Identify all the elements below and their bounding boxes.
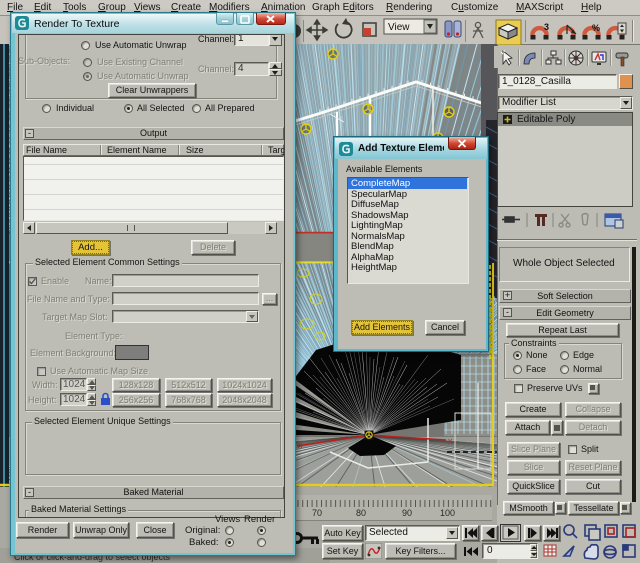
svg-text:View: View [388, 22, 410, 33]
svg-text:%: % [592, 23, 600, 33]
svg-text:x: x [298, 440, 303, 450]
svg-text:3: 3 [544, 22, 549, 32]
svg-text:x: x [448, 436, 453, 446]
